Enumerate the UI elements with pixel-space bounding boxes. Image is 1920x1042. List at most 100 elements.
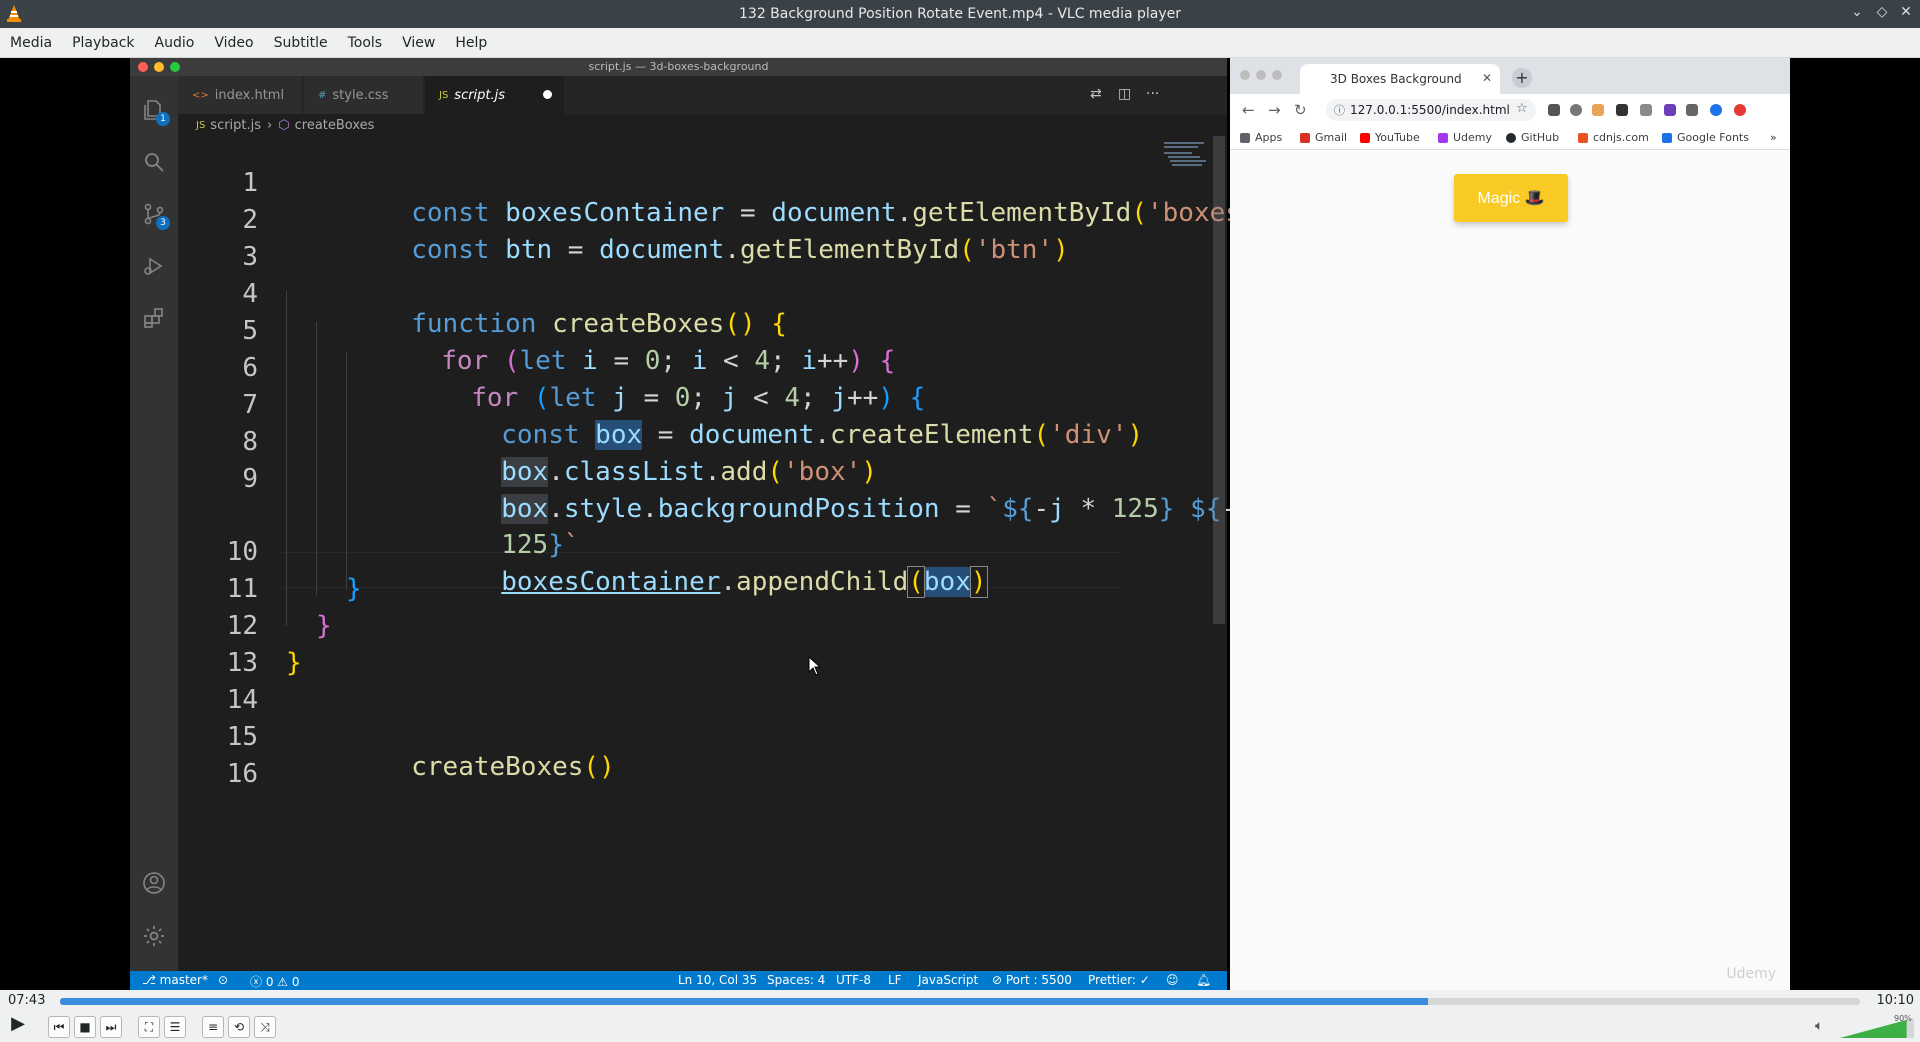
menu-video[interactable]: Video [204,35,263,51]
extension-icon[interactable] [1592,104,1604,116]
bookmark-youtube[interactable]: YouTube [1360,131,1420,144]
token: ) [1127,420,1144,450]
extension-icon[interactable] [1548,104,1560,116]
shuffle-button[interactable]: ⤨ [254,1016,276,1038]
bookmark-udemy[interactable]: Udemy [1438,131,1492,144]
menu-playback[interactable]: Playback [62,35,144,51]
split-editor-icon[interactable]: ◫ [1118,86,1131,102]
update-icon[interactable] [1734,104,1746,116]
bookmark-github[interactable]: GitHub [1506,131,1559,144]
open-changes-icon[interactable]: ⇄ [1090,86,1102,102]
line-number: 14 [226,685,258,715]
cursor-position[interactable]: Ln 10, Col 35 [678,973,757,987]
token: 'div' [1049,420,1128,450]
explorer-icon[interactable]: 1 [142,98,170,126]
video-area[interactable]: script.js — 3d-boxes-background 1 3 <> i… [0,58,1920,990]
extension-icon[interactable] [1570,104,1582,116]
menu-view[interactable]: View [392,35,445,51]
search-icon[interactable] [142,150,166,174]
sync-icon[interactable]: ⊙ [218,973,228,987]
indentation[interactable]: Spaces: 4 [767,973,825,987]
loop-button[interactable]: ⟲ [228,1016,250,1038]
editor-scrollbar[interactable] [1213,136,1225,624]
star-icon[interactable]: ☆ [1516,101,1528,116]
browser-tab[interactable]: 3D Boxes Background ✕ [1300,64,1500,94]
token: backgroundPosition [657,494,940,524]
line-number: 6 [242,353,258,383]
gear-icon[interactable] [142,924,166,948]
maximize-icon[interactable]: ◇ [1872,4,1892,20]
line-number: 15 [226,722,258,752]
tab-style-css[interactable]: # style.css [304,76,424,114]
account-icon[interactable] [142,871,166,895]
eol[interactable]: LF [888,973,902,987]
branch-indicator[interactable]: ⎇ master* [142,973,208,987]
previous-button[interactable]: ⏮ [48,1016,70,1038]
new-tab-button[interactable]: + [1512,68,1532,88]
bookmark-cdnjs[interactable]: cdnjs.com [1578,131,1649,144]
tab-index-html[interactable]: <> index.html [178,76,303,114]
back-icon[interactable]: ← [1242,101,1255,119]
extension-icon[interactable] [1616,104,1628,116]
run-debug-icon[interactable] [142,254,166,278]
problems-indicator[interactable]: ⓧ 0 ⚠ 0 [250,973,300,990]
forward-icon[interactable]: → [1268,101,1281,119]
breadcrumb-symbol[interactable]: createBoxes [295,118,375,133]
magic-button[interactable]: Magic 🎩 [1454,174,1568,222]
bell-icon[interactable]: 🔔︎ [1196,973,1211,987]
volume-icon[interactable]: 🔈︎ [1815,1018,1823,1034]
browser-tab-title: 3D Boxes Background [1330,72,1462,86]
puzzle-icon[interactable] [1686,104,1698,116]
tab-script-js[interactable]: JS script.js [425,76,565,114]
close-icon[interactable]: ✕ [1896,4,1916,20]
seek-bar[interactable] [60,998,1860,1005]
address-bar[interactable]: ⓘ 127.0.0.1:5500/index.html [1326,99,1536,121]
bookmark-gmail[interactable]: Gmail [1300,131,1347,144]
bookmark-google-fonts[interactable]: Google Fonts [1662,131,1749,144]
token: ( [1131,198,1147,228]
close-tab-icon[interactable]: ✕ [1482,71,1492,85]
feedback-icon[interactable]: ☺ [1166,973,1179,987]
source-control-icon[interactable]: 3 [142,202,170,230]
extended-settings-button[interactable]: ☰ [164,1016,186,1038]
more-actions-icon[interactable]: ··· [1146,86,1159,102]
fullscreen-button[interactable]: ⛶ [138,1016,160,1038]
menu-subtitle[interactable]: Subtitle [264,35,338,51]
token: - [1033,494,1050,524]
prettier-status[interactable]: Prettier: ✓ [1088,973,1150,987]
unsaved-dot-icon[interactable] [543,90,552,99]
info-icon[interactable]: ⓘ [1334,102,1345,118]
menu-audio[interactable]: Audio [145,35,205,51]
cube-icon: ⬡ [278,117,290,133]
stop-button[interactable]: ■ [74,1016,96,1038]
browser-toolbar: ← → ↻ ⓘ 127.0.0.1:5500/index.html ☆ [1230,94,1790,126]
bookmark-apps[interactable]: Apps [1240,131,1282,144]
playlist-button[interactable]: ≡ [202,1016,224,1038]
menu-tools[interactable]: Tools [338,35,393,51]
menu-media[interactable]: Media [0,35,62,51]
tab-label: style.css [332,87,389,103]
play-button[interactable]: ▶ [6,1014,30,1038]
extensions-icon[interactable] [142,306,166,330]
avatar[interactable] [1710,104,1722,116]
mac-minimize-dot [1256,70,1266,80]
extension-icon[interactable] [1664,104,1676,116]
language-mode[interactable]: JavaScript [918,973,978,987]
token: . [642,494,658,524]
breadcrumb-file[interactable]: script.js [210,118,261,133]
more-bookmarks-icon[interactable]: » [1770,131,1777,144]
encoding[interactable]: UTF-8 [836,973,871,987]
code-editor[interactable]: 1 2 3 4 5 6 7 8 9 10 11 12 13 14 15 16 c… [178,136,1284,971]
next-button[interactable]: ⏭ [100,1016,122,1038]
total-time[interactable]: 10:10 [1877,993,1914,1008]
minimize-icon[interactable]: ⌄ [1847,4,1867,20]
live-server-port[interactable]: ⊘ Port : 5500 [992,973,1072,987]
menu-help[interactable]: Help [445,35,497,51]
extension-icon[interactable] [1640,104,1652,116]
line-number: 9 [242,464,258,494]
menu-bar: Media Playback Audio Video Subtitle Tool… [0,28,1920,58]
reload-icon[interactable]: ↻ [1294,101,1307,119]
minimap[interactable] [1160,136,1220,176]
line-number: 1 [242,168,258,198]
